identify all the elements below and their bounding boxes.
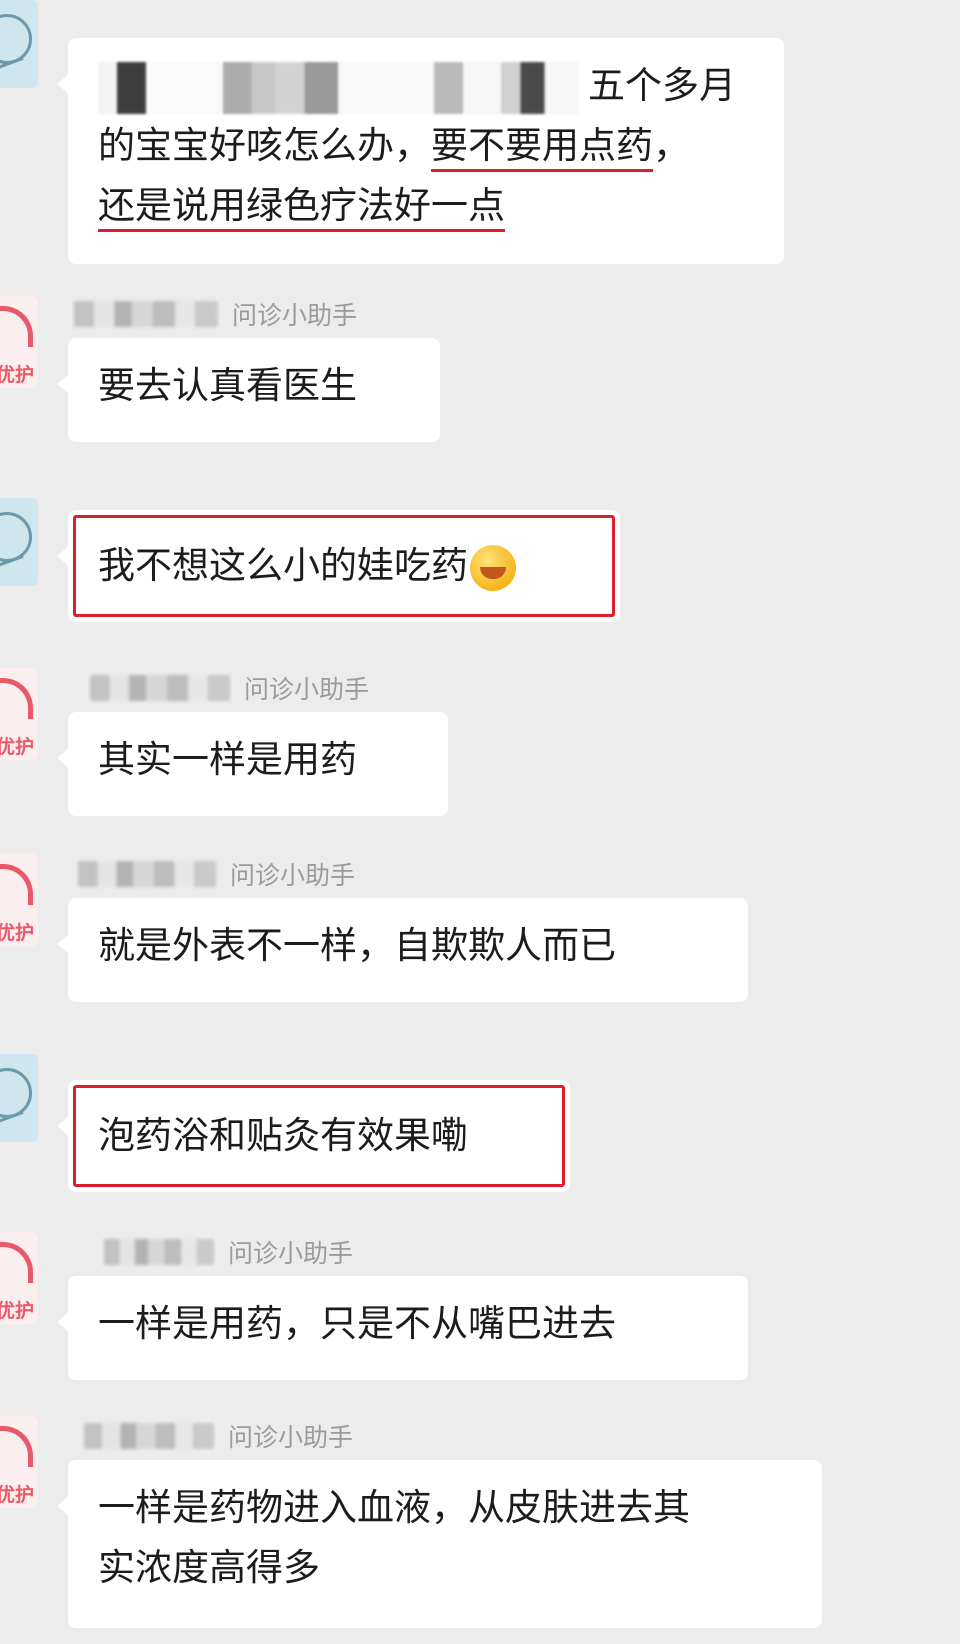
brand-logo-text: 优护 xyxy=(0,922,35,944)
message-bubble[interactable]: 泡药浴和贴灸有效果嘞 xyxy=(57,1080,570,1192)
sender-name: 问诊小助手 xyxy=(74,298,357,330)
assistant-avatar[interactable]: 优护 xyxy=(0,296,38,388)
user-avatar[interactable] xyxy=(0,1054,38,1142)
message-text-line: 实浓度高得多 xyxy=(98,1546,320,1589)
brand-logo-icon xyxy=(0,1242,33,1283)
crying-laughing-emoji-icon xyxy=(470,544,516,591)
message-text: 泡药浴和贴灸有效果嘞 xyxy=(98,1114,468,1157)
sender-name: 问诊小助手 xyxy=(84,1420,353,1452)
redacted-name xyxy=(104,1239,214,1265)
message-bubble[interactable]: 一样是药物进入血液，从皮肤进去其 实浓度高得多 xyxy=(57,1460,822,1628)
user-avatar[interactable] xyxy=(0,498,38,586)
assistant-avatar[interactable]: 优护 xyxy=(0,1232,38,1324)
redacted-name xyxy=(78,861,216,887)
redacted-name xyxy=(74,301,218,327)
brand-logo-icon xyxy=(0,306,33,347)
brand-logo-text: 优护 xyxy=(0,364,35,386)
message-text-line: 五个多月 xyxy=(588,64,736,107)
brand-logo-icon xyxy=(0,1426,33,1467)
brand-logo-text: 优护 xyxy=(0,1484,35,1506)
user-avatar[interactable] xyxy=(0,0,38,88)
message-text-line: 一样是药物进入血液，从皮肤进去其 xyxy=(98,1486,690,1529)
message-text-line: 的宝宝好咳怎么办， xyxy=(98,124,431,167)
brand-logo-text: 优护 xyxy=(0,1300,35,1322)
message-bubble[interactable]: 其实一样是用药 xyxy=(57,712,448,816)
message-text: 要去认真看医生 xyxy=(98,364,357,407)
message-text: 其实一样是用药 xyxy=(98,738,357,781)
sender-label: 问诊小助手 xyxy=(244,675,370,704)
brand-logo-icon xyxy=(0,864,33,905)
message-bubble[interactable]: 要去认真看医生 xyxy=(57,338,440,442)
message-bubble[interactable]: 五个多月 的宝宝好咳怎么办，要不要用点药， 还是说用绿色疗法好一点 xyxy=(57,38,784,264)
redacted-name xyxy=(84,1423,214,1449)
assistant-avatar[interactable]: 优护 xyxy=(0,854,38,946)
brand-logo-text: 优护 xyxy=(0,736,35,758)
message-bubble[interactable]: 一样是用药，只是不从嘴巴进去 xyxy=(57,1276,748,1380)
message-bubble[interactable]: 就是外表不一样，自欺欺人而已 xyxy=(57,898,748,1002)
sender-label: 问诊小助手 xyxy=(228,1239,354,1268)
underlined-text: 要不要用点药 xyxy=(431,124,653,172)
underlined-text: 还是说用绿色疗法好一点 xyxy=(98,184,505,232)
sender-name: 问诊小助手 xyxy=(90,672,369,704)
message-text-line: ， xyxy=(653,124,690,167)
brand-logo-icon xyxy=(0,678,33,719)
redacted-text xyxy=(98,61,578,114)
sender-label: 问诊小助手 xyxy=(230,861,356,890)
assistant-avatar[interactable]: 优护 xyxy=(0,668,38,760)
sender-name: 问诊小助手 xyxy=(78,858,355,890)
redacted-name xyxy=(90,675,230,701)
message-text: 一样是用药，只是不从嘴巴进去 xyxy=(98,1302,616,1345)
message-bubble[interactable]: 我不想这么小的娃吃药 xyxy=(57,510,620,622)
message-text: 我不想这么小的娃吃药 xyxy=(98,544,468,587)
assistant-avatar[interactable]: 优护 xyxy=(0,1416,38,1508)
sender-label: 问诊小助手 xyxy=(228,1423,354,1452)
sender-label: 问诊小助手 xyxy=(232,301,358,330)
sender-name: 问诊小助手 xyxy=(104,1236,353,1268)
message-text: 就是外表不一样，自欺欺人而已 xyxy=(98,924,616,967)
